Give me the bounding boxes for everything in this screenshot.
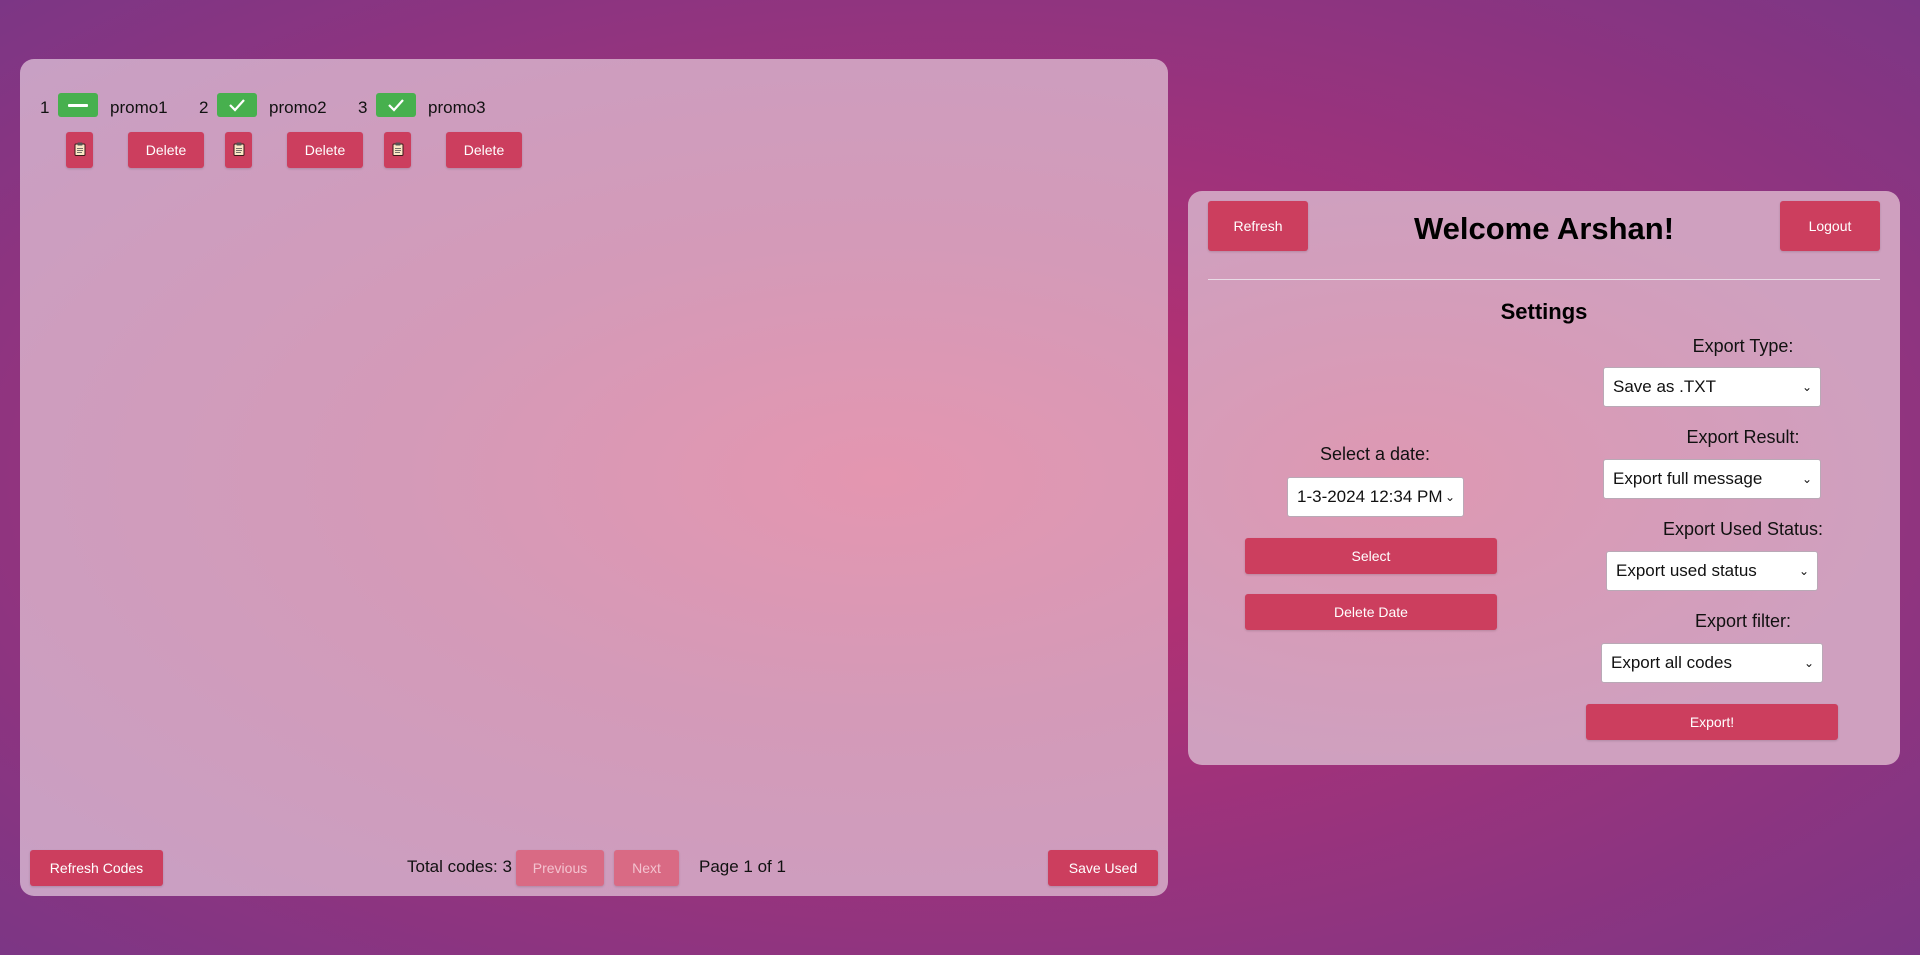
select-date-button[interactable]: Select bbox=[1245, 538, 1497, 574]
date-select-value: 1-3-2024 12:34 PM bbox=[1297, 487, 1443, 506]
date-select[interactable]: 1-3-2024 12:34 PM ⌄ bbox=[1287, 477, 1464, 517]
export-result-select[interactable]: Export full message ⌄ bbox=[1603, 459, 1821, 499]
copy-button[interactable] bbox=[384, 132, 411, 168]
code-item: 1 promo1 Delete bbox=[40, 92, 210, 202]
next-page-button[interactable]: Next bbox=[614, 850, 679, 886]
code-name: promo3 bbox=[428, 98, 486, 117]
export-used-value: Export used status bbox=[1616, 561, 1757, 580]
refresh-codes-button[interactable]: Refresh Codes bbox=[30, 850, 163, 886]
export-result-label: Export Result: bbox=[1686, 427, 1800, 447]
unused-status-icon[interactable] bbox=[58, 93, 98, 117]
page-indicator: Page 1 of 1 bbox=[699, 857, 786, 876]
settings-title: Settings bbox=[1500, 299, 1588, 324]
code-name: promo1 bbox=[110, 98, 168, 117]
logout-button[interactable]: Logout bbox=[1780, 201, 1880, 251]
export-filter-label: Export filter: bbox=[1694, 611, 1792, 631]
code-item: 2 promo2 Delete bbox=[199, 92, 369, 202]
chevron-down-icon: ⌄ bbox=[1798, 564, 1809, 578]
export-type-value: Save as .TXT bbox=[1613, 377, 1716, 396]
export-filter-select[interactable]: Export all codes ⌄ bbox=[1601, 643, 1823, 683]
total-codes-count: Total codes: 3 bbox=[407, 857, 512, 876]
export-result-value: Export full message bbox=[1613, 469, 1763, 488]
checkmark-icon[interactable] bbox=[376, 93, 416, 117]
previous-page-button[interactable]: Previous bbox=[516, 850, 604, 886]
codes-panel: 1 promo1 Delete 2 promo2 Delete 3 promo3 bbox=[20, 59, 1168, 896]
code-item: 3 promo3 Delete bbox=[358, 92, 528, 202]
copy-button[interactable] bbox=[66, 132, 93, 168]
date-label: Select a date: bbox=[1319, 444, 1431, 464]
delete-code-button[interactable]: Delete bbox=[128, 132, 204, 168]
code-index: 2 bbox=[199, 98, 209, 117]
export-type-select[interactable]: Save as .TXT ⌄ bbox=[1603, 367, 1821, 407]
chevron-down-icon: ⌄ bbox=[1444, 490, 1455, 504]
checkmark-icon[interactable] bbox=[217, 93, 257, 117]
delete-code-button[interactable]: Delete bbox=[287, 132, 363, 168]
delete-code-button[interactable]: Delete bbox=[446, 132, 522, 168]
export-button[interactable]: Export! bbox=[1586, 704, 1838, 740]
export-used-select[interactable]: Export used status ⌄ bbox=[1606, 551, 1818, 591]
copy-button[interactable] bbox=[225, 132, 252, 168]
chevron-down-icon: ⌄ bbox=[1803, 656, 1814, 670]
header-divider bbox=[1208, 279, 1880, 280]
clipboard-icon bbox=[392, 142, 404, 159]
clipboard-icon bbox=[74, 142, 86, 159]
code-index: 1 bbox=[40, 98, 50, 117]
code-index: 3 bbox=[358, 98, 368, 117]
export-type-label: Export Type: bbox=[1692, 336, 1794, 356]
export-used-label: Export Used Status: bbox=[1662, 519, 1824, 539]
export-filter-value: Export all codes bbox=[1611, 653, 1732, 672]
save-used-button[interactable]: Save Used bbox=[1048, 850, 1158, 886]
clipboard-icon bbox=[233, 142, 245, 159]
chevron-down-icon: ⌄ bbox=[1801, 472, 1812, 486]
code-name: promo2 bbox=[269, 98, 327, 117]
chevron-down-icon: ⌄ bbox=[1801, 380, 1812, 394]
delete-date-button[interactable]: Delete Date bbox=[1245, 594, 1497, 630]
settings-panel: Refresh Welcome Arshan! Logout Settings … bbox=[1188, 191, 1900, 765]
